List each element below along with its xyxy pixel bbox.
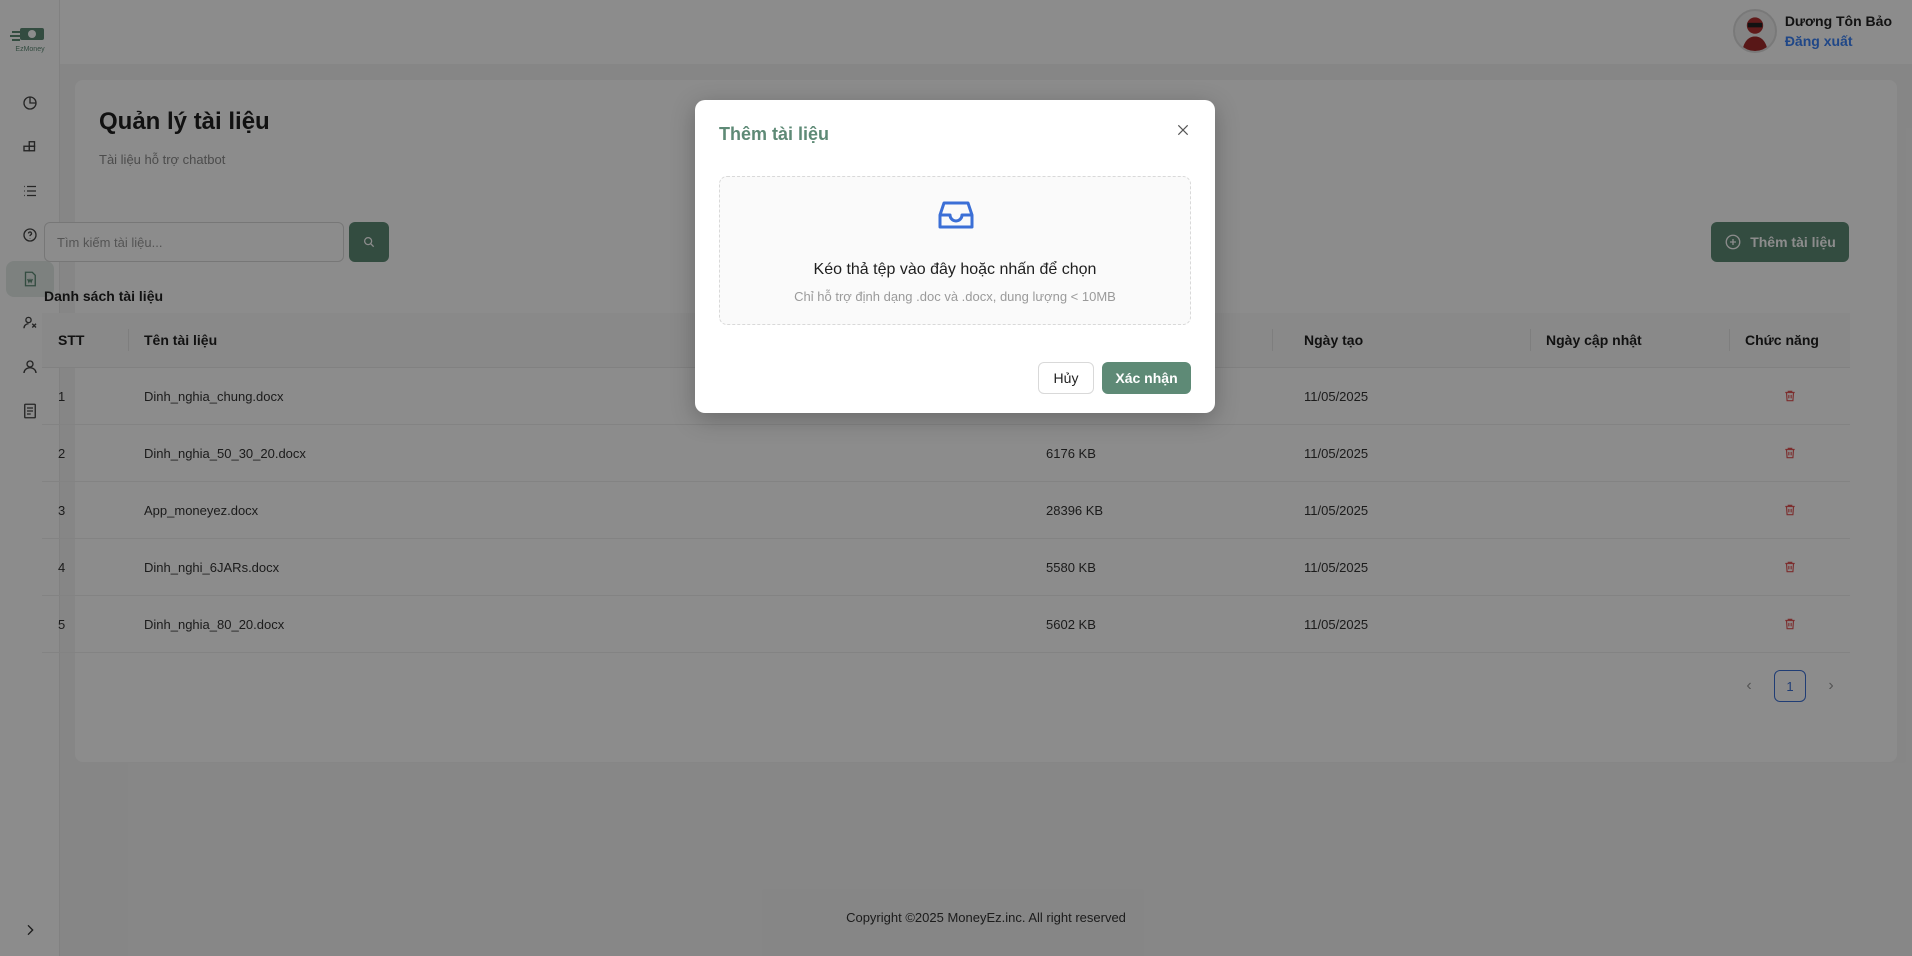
confirm-button[interactable]: Xác nhận: [1102, 362, 1191, 394]
dropzone-text: Kéo thả tệp vào đây hoặc nhấn để chọn: [813, 261, 1097, 278]
modal-title: Thêm tài liệu: [719, 124, 830, 144]
cancel-button[interactable]: Hủy: [1038, 362, 1094, 394]
dropzone-hint: Chỉ hỗ trợ định dạng .doc và .docx, dung…: [794, 289, 1116, 304]
modal-close-button[interactable]: [1171, 118, 1195, 142]
add-document-modal: Thêm tài liệu Kéo thả tệp vào đây hoặc n…: [695, 100, 1215, 413]
close-icon: [1177, 124, 1189, 136]
inbox-icon: [938, 201, 974, 229]
file-dropzone[interactable]: Kéo thả tệp vào đây hoặc nhấn để chọn Ch…: [719, 176, 1191, 325]
